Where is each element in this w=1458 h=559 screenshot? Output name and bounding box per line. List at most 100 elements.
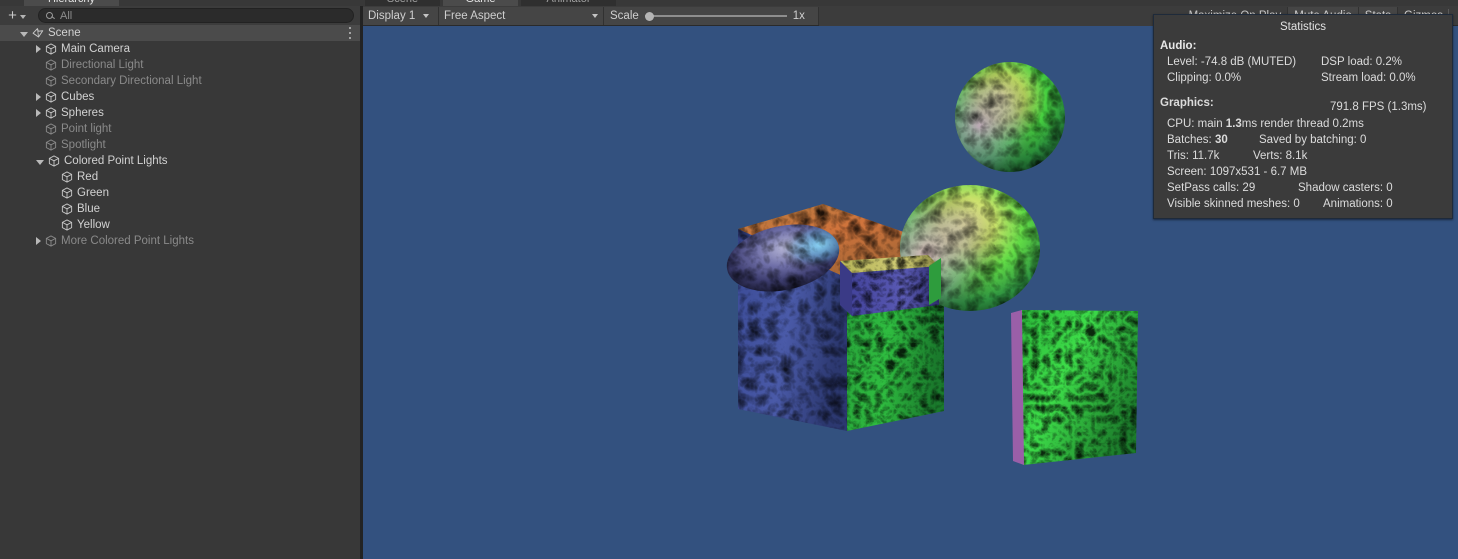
display-dropdown-label: Display 1 — [368, 9, 416, 22]
aspect-dropdown-label: Free Aspect — [444, 9, 506, 22]
aspect-dropdown[interactable]: Free Aspect — [439, 6, 604, 25]
display-dropdown[interactable]: Display 1 — [363, 6, 439, 25]
hierarchy-item-scene[interactable]: Scene — [0, 25, 362, 41]
unity-editor-window: Hierarchy Scene Game Animator + Scene Mai… — [0, 0, 1458, 559]
hierarchy-item-label: More Colored Point Lights — [61, 235, 194, 247]
hierarchy-item-label: Point light — [61, 123, 112, 135]
tab-game-label: Game — [466, 0, 496, 5]
gameobject-icon — [60, 202, 74, 216]
gameobject-icon — [44, 106, 58, 120]
game-view-panel: Display 1 Free Aspect Scale 1x Maximize … — [363, 5, 1458, 559]
hierarchy-item-label: Spheres — [61, 107, 104, 119]
search-icon — [45, 10, 56, 21]
statistics-graphics-heading: Graphics: — [1160, 97, 1214, 109]
hierarchy-item-green[interactable]: Green — [0, 185, 362, 201]
hierarchy-item-label: Yellow — [77, 219, 110, 231]
statistics-audio-heading: Audio: — [1160, 40, 1197, 52]
gameobject-icon — [44, 122, 58, 136]
stat-verts: Verts: 8.1k — [1253, 150, 1308, 162]
foldout-closed-icon[interactable] — [36, 237, 41, 245]
stat-batches-value: 30 — [1214, 134, 1228, 146]
hierarchy-item-red[interactable]: Red — [0, 169, 362, 185]
tab-hierarchy-label: Hierarchy — [48, 0, 95, 5]
hierarchy-item-label: Secondary Directional Light — [61, 75, 202, 87]
hierarchy-item-label: Red — [77, 171, 99, 183]
stat-shadow-casters: Shadow casters: 0 — [1298, 182, 1393, 194]
statistics-title: Statistics — [1279, 21, 1326, 33]
chevron-down-icon — [423, 13, 430, 18]
stat-screen: Screen: 1097x531 - 6.7 MB — [1167, 166, 1307, 178]
stat-stream-load: Stream load: 0.0% — [1321, 72, 1416, 84]
hierarchy-item-blue[interactable]: Blue — [0, 201, 362, 217]
hierarchy-item-label: Spotlight — [61, 139, 106, 151]
hierarchy-item-spotlight[interactable]: Spotlight — [0, 137, 362, 153]
stat-setpass-calls: SetPass calls: 29 — [1167, 182, 1256, 194]
tab-scene-label: Scene — [387, 0, 418, 5]
hierarchy-search-input[interactable] — [60, 9, 347, 22]
scene-icon — [31, 26, 45, 40]
tab-animator-label: Animator — [546, 0, 590, 5]
stat-skinned-meshes: Visible skinned meshes: 0 — [1167, 198, 1300, 210]
hierarchy-item-secondary-directional-light[interactable]: Secondary Directional Light — [0, 73, 362, 89]
hierarchy-item-directional-light[interactable]: Directional Light — [0, 57, 362, 73]
foldout-closed-icon[interactable] — [36, 45, 41, 53]
hierarchy-item-label: Colored Point Lights — [64, 155, 168, 167]
plus-icon: + — [8, 7, 17, 24]
gameobject-icon — [44, 234, 58, 248]
chevron-down-icon — [20, 14, 26, 19]
hierarchy-item-point-light[interactable]: Point light — [0, 121, 362, 137]
hierarchy-item-cubes[interactable]: Cubes — [0, 89, 362, 105]
stat-saved-by-batching: Saved by batching: 0 — [1259, 134, 1367, 146]
hierarchy-panel: + Scene Main Camera Directional Light Secon… — [0, 6, 362, 559]
row-context-menu-icon[interactable] — [348, 27, 352, 39]
hierarchy-item-main-camera[interactable]: Main Camera — [0, 41, 362, 57]
hierarchy-item-colored-point-lights[interactable]: Colored Point Lights — [0, 153, 362, 169]
gameobject-icon — [44, 42, 58, 56]
gameobject-icon — [60, 218, 74, 232]
hierarchy-search-box[interactable] — [38, 8, 354, 23]
stat-batches-pre: Batches: — [1167, 134, 1215, 146]
stat-audio-level: Level: -74.8 dB (MUTED) — [1167, 56, 1297, 68]
hierarchy-item-label: Green — [77, 187, 109, 199]
stat-cpu: CPU: main 1.3ms render thread 0.2ms — [1167, 118, 1364, 130]
scene-object-sphere-upper — [955, 62, 1065, 172]
stat-fps: 791.8 FPS (1.3ms) — [1330, 101, 1427, 113]
scale-slider[interactable] — [644, 9, 787, 23]
gameobject-icon — [44, 90, 58, 104]
gameobject-icon — [60, 170, 74, 184]
stat-cpu-value: 1.3 — [1225, 118, 1242, 130]
scale-slider-group[interactable]: Scale 1x — [604, 6, 819, 25]
foldout-open-icon[interactable] — [20, 31, 28, 37]
hierarchy-item-label: Scene — [48, 27, 81, 39]
foldout-closed-icon[interactable] — [36, 109, 41, 117]
hierarchy-toolbar: + — [0, 6, 362, 25]
stat-batches: Batches: 30 — [1167, 134, 1228, 146]
hierarchy-tree[interactable]: Scene Main Camera Directional Light Seconda… — [0, 25, 362, 559]
hierarchy-item-label: Blue — [77, 203, 101, 215]
scale-label: Scale — [610, 9, 639, 22]
hierarchy-item-label: Directional Light — [61, 59, 144, 71]
hierarchy-item-spheres[interactable]: Spheres — [0, 105, 362, 121]
gameobject-icon — [44, 138, 58, 152]
gameobject-icon — [44, 74, 58, 88]
hierarchy-item-label: Cubes — [61, 91, 95, 103]
gameobject-icon — [44, 58, 58, 72]
scale-slider-knob[interactable] — [644, 11, 654, 21]
stat-cpu-post: ms render thread 0.2ms — [1241, 118, 1364, 130]
add-gameobject-button[interactable]: + — [4, 8, 28, 24]
stat-cpu-pre: CPU: main — [1167, 118, 1226, 130]
scale-value-label: 1x — [792, 9, 805, 22]
stat-animations: Animations: 0 — [1323, 198, 1393, 210]
gameobject-icon — [47, 154, 61, 168]
toolbar-spacer — [819, 5, 1183, 26]
statistics-overlay[interactable]: Statistics Audio: Level: -74.8 dB (MUTED… — [1153, 14, 1453, 219]
stat-dsp-load: DSP load: 0.2% — [1321, 56, 1402, 68]
hierarchy-item-more-colored-point-lights[interactable]: More Colored Point Lights — [0, 233, 362, 249]
hierarchy-item-label: Main Camera — [61, 43, 131, 55]
foldout-closed-icon[interactable] — [36, 93, 41, 101]
scene-object-plane-right — [1011, 310, 1138, 465]
foldout-open-icon[interactable] — [36, 159, 44, 165]
stat-tris: Tris: 11.7k — [1167, 150, 1220, 162]
hierarchy-item-yellow[interactable]: Yellow — [0, 217, 362, 233]
stat-audio-clipping: Clipping: 0.0% — [1167, 72, 1242, 84]
